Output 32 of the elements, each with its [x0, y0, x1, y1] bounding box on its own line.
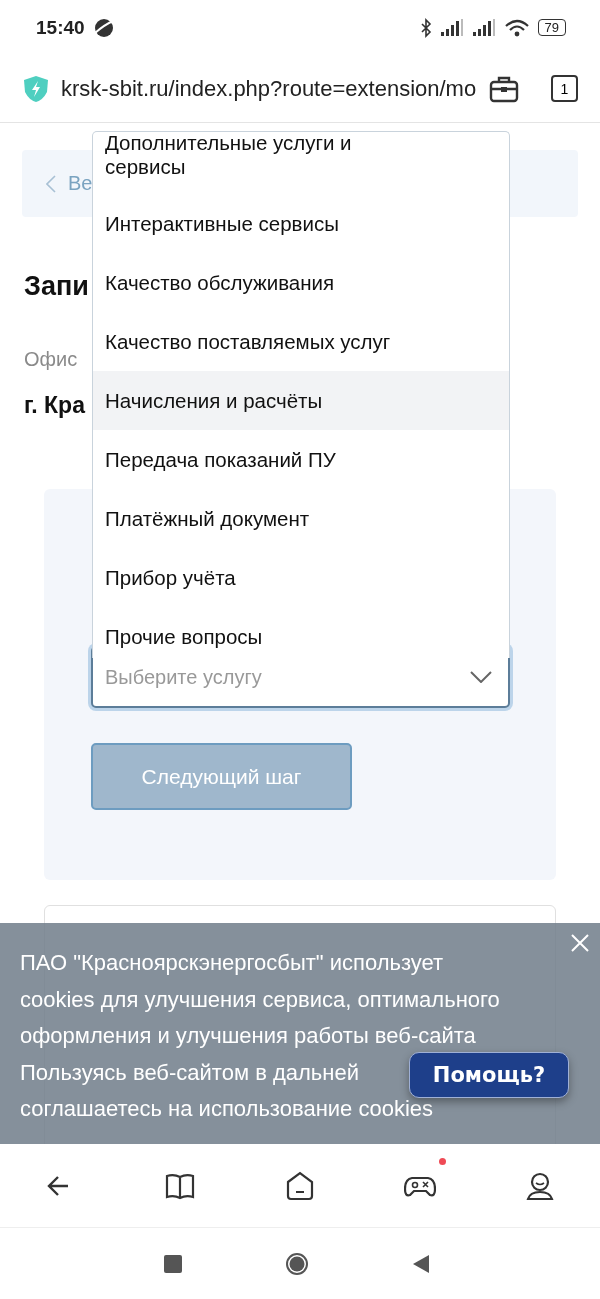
- briefcase-icon[interactable]: [489, 74, 519, 103]
- chevron-down-icon: [470, 671, 492, 683]
- dropdown-option[interactable]: Дополнительные услуги и сервисы: [93, 132, 509, 194]
- signal-icon: [439, 18, 464, 37]
- tab-count-button[interactable]: 1: [551, 75, 578, 102]
- cookie-notice-line: ПАО "Красноярскэнергосбыт" использует: [20, 949, 444, 977]
- planet-icon: [92, 16, 115, 39]
- bluetooth-icon: [419, 17, 432, 38]
- address-bar[interactable]: krsk-sbit.ru/index.php?route=extension/mo: [61, 75, 477, 102]
- status-time: 15:40: [36, 16, 85, 39]
- dropdown-option[interactable]: Передача показаний ПУ: [93, 430, 509, 489]
- dropdown-option[interactable]: Интерактивные сервисы: [93, 194, 509, 253]
- signal-icon: [471, 18, 496, 37]
- dropdown-option[interactable]: Качество поставляемых услуг: [93, 312, 509, 371]
- dropdown-option[interactable]: Прибор учёта: [93, 548, 509, 607]
- wifi-icon: [503, 17, 530, 38]
- dropdown-option[interactable]: Качество обслуживания: [93, 253, 509, 312]
- close-icon[interactable]: [570, 933, 590, 953]
- cookie-notice-line: оформления и улучшения работы веб-сайта: [20, 1022, 476, 1050]
- shield-icon: [23, 74, 49, 103]
- home-icon[interactable]: [284, 1169, 316, 1202]
- dropdown-option[interactable]: Начисления и расчёты: [93, 371, 509, 430]
- office-address: г. Кра: [24, 392, 85, 419]
- cookie-notice-line: Пользуясь веб-сайтом в дальней: [20, 1058, 359, 1087]
- office-label: Офис: [24, 348, 78, 371]
- cookie-notice-line: соглашаетесь на использование cookies: [20, 1095, 433, 1123]
- page-heading: Запи: [24, 271, 89, 302]
- battery-indicator: 79: [537, 19, 566, 36]
- circle-icon[interactable]: [285, 1251, 309, 1276]
- dropdown-option[interactable]: Платёжный документ: [93, 489, 509, 548]
- help-button[interactable]: Помощь?: [409, 1052, 569, 1098]
- cookie-notice-line: cookies для улучшения сервиса, оптимального: [20, 985, 500, 1014]
